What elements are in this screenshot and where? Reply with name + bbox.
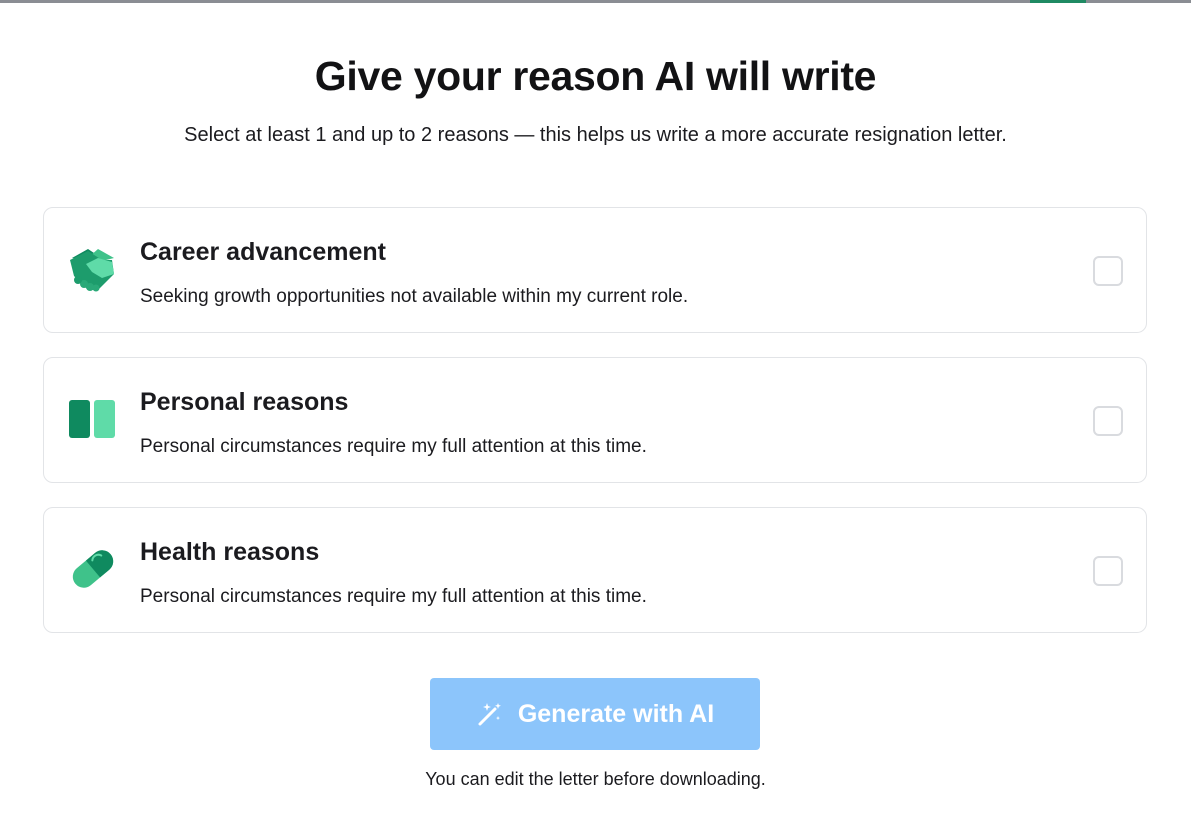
reason-selection-modal: Give your reason AI will write Select at… (0, 3, 1191, 832)
modal-subtitle: Select at least 1 and up to 2 reasons — … (184, 124, 1007, 146)
two-bars-icon (68, 394, 118, 444)
reason-checkbox[interactable] (1093, 556, 1123, 586)
reason-title: Health reasons (140, 538, 320, 566)
reason-title: Personal reasons (140, 388, 349, 416)
reason-description: Personal circumstances require my full a… (140, 586, 647, 607)
handshake-icon (68, 244, 118, 294)
reason-card-career-advancement[interactable]: Career advancement Seeking growth opport… (43, 207, 1147, 333)
reason-title: Career advancement (140, 238, 386, 266)
reason-checkbox[interactable] (1093, 256, 1123, 286)
reason-description: Personal circumstances require my full a… (140, 436, 647, 457)
pill-capsule-icon (68, 544, 118, 594)
reason-checkbox[interactable] (1093, 406, 1123, 436)
generate-button-label: Generate with AI (517, 699, 715, 728)
edit-note: You can edit the letter before downloadi… (425, 769, 766, 789)
reason-description: Seeking growth opportunities not availab… (140, 286, 689, 307)
modal-title: Give your reason AI will write (314, 53, 877, 99)
magic-wand-icon (478, 703, 501, 726)
reason-card-health-reasons[interactable]: Health reasons Personal circumstances re… (43, 507, 1147, 633)
reason-card-personal-reasons[interactable]: Personal reasons Personal circumstances … (43, 357, 1147, 483)
generate-with-ai-button[interactable]: Generate with AI (430, 678, 760, 750)
